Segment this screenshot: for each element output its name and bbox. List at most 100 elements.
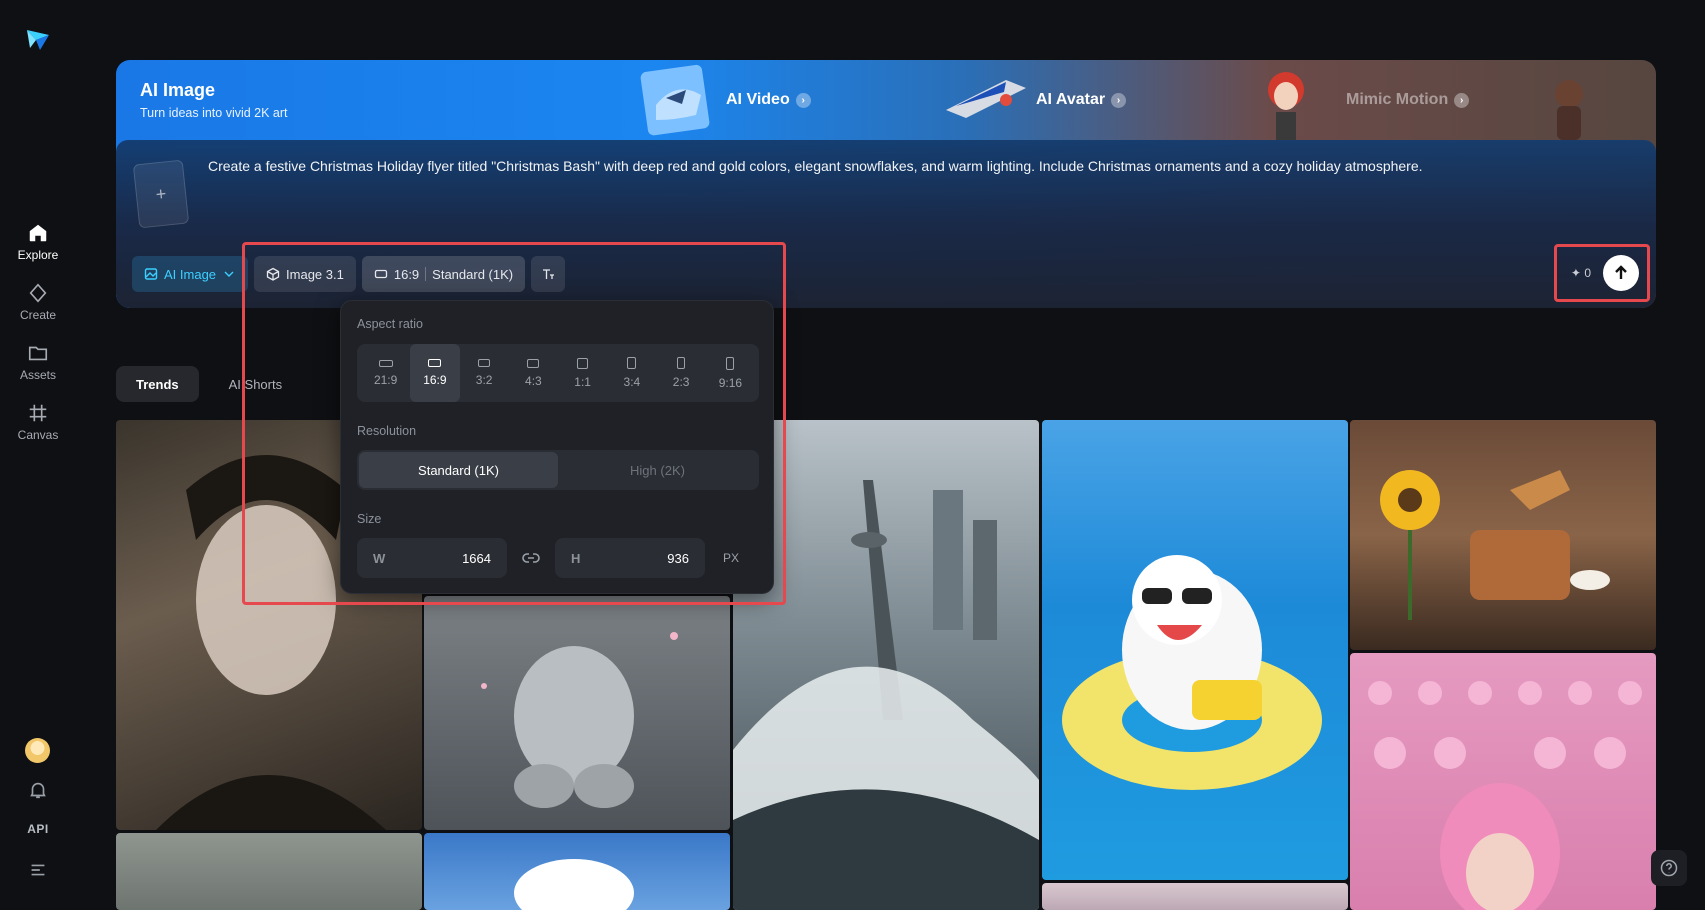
gallery-image[interactable]	[1350, 653, 1656, 910]
quality-label: Standard (1K)	[432, 266, 514, 282]
ratio-option-9-16[interactable]: 9:16	[706, 344, 755, 402]
send-area: ✦ 0	[1554, 244, 1650, 302]
promo-label: AI Video ›	[726, 91, 811, 109]
chevron-right-icon: ›	[795, 92, 811, 108]
credits-count: ✦ 0	[1570, 266, 1591, 280]
api-link[interactable]: API	[0, 822, 76, 836]
prompt-area: + Create a festive Christmas Holiday fly…	[116, 140, 1656, 308]
aspect-ratio-options: 21:9 16:9 3:2 4:3 1:1 3:4 2:3 9:16	[357, 344, 759, 402]
sidebar-item-assets[interactable]: Assets	[0, 342, 76, 382]
menu-icon[interactable]	[27, 859, 49, 881]
folder-icon	[28, 346, 48, 361]
chevron-down-icon	[224, 271, 234, 277]
gallery-image[interactable]	[733, 420, 1039, 910]
height-value: 936	[667, 550, 689, 566]
tower-wave-image-icon	[733, 480, 1039, 910]
cube-icon	[266, 267, 280, 281]
steampunk-image-icon	[1380, 470, 1610, 620]
generator-toolbar: AI Image Image 3.1 16:9 Standard (1K)	[132, 256, 566, 292]
ratio-shape-icon	[726, 356, 735, 370]
generator-panel: AI Image Turn ideas into vivid 2K art AI…	[116, 60, 1656, 308]
sidebar-item-label: Canvas	[17, 428, 59, 442]
ratio-quality-select[interactable]: 16:9 Standard (1K)	[361, 256, 526, 292]
ratio-option-16-9[interactable]: 16:9	[410, 344, 460, 402]
question-icon	[1660, 859, 1678, 877]
page-title: AI Image	[140, 80, 216, 100]
arrow-up-icon	[1615, 265, 1627, 279]
ratio-shape-icon	[577, 357, 589, 369]
promo-ai-video[interactable]: AI Video ›	[626, 60, 811, 140]
model-label: Image 3.1	[286, 266, 344, 282]
help-button[interactable]	[1651, 850, 1687, 886]
ratio-shape-icon	[677, 357, 686, 369]
avatar-thumbnail-icon	[946, 80, 1026, 118]
ratio-shape-icon	[627, 357, 637, 369]
ratio-option-1-1[interactable]: 1:1	[558, 344, 607, 402]
cat-pool-image-icon	[1062, 555, 1322, 790]
promo-label: AI Avatar ›	[1036, 91, 1127, 109]
chevron-right-icon: ›	[1454, 92, 1470, 108]
resolution-high[interactable]: High (2K)	[558, 452, 757, 488]
sidebar-item-label: Explore	[17, 248, 59, 262]
gallery-image[interactable]	[424, 833, 730, 910]
home-icon	[29, 224, 47, 242]
aspect-ratio-label: Aspect ratio	[357, 317, 424, 331]
avatar[interactable]	[25, 738, 50, 763]
resolution-standard[interactable]: Standard (1K)	[359, 452, 558, 488]
page: Explore Create Assets Canvas API AI Imag…	[0, 0, 1705, 910]
motion-thumbnail-icon	[1268, 72, 1304, 140]
gallery-image[interactable]	[1350, 420, 1656, 650]
prompt-input[interactable]: Create a festive Christmas Holiday flyer…	[208, 156, 1508, 176]
width-value: 1664	[462, 550, 491, 566]
sidebar-item-explore[interactable]: Explore	[0, 222, 76, 262]
sidebar-item-create[interactable]: Create	[0, 282, 76, 322]
promo-mimic-motion[interactable]: Mimic Motion ›	[1246, 60, 1609, 140]
mode-select[interactable]: AI Image	[132, 256, 249, 292]
bell-icon[interactable]	[27, 779, 49, 801]
cloud-image-icon	[514, 859, 634, 910]
gallery-image[interactable]	[1042, 883, 1348, 910]
ratio-option-21-9[interactable]: 21:9	[361, 344, 410, 402]
tab-trends[interactable]: Trends	[116, 366, 199, 402]
gallery-image[interactable]	[424, 596, 730, 830]
ratio-option-3-4[interactable]: 3:4	[607, 344, 656, 402]
robot-image-icon	[481, 632, 678, 808]
size-inputs: W 1664 H 936 PX	[357, 538, 759, 578]
ratio-shape-icon	[428, 359, 442, 367]
resolution-label: Resolution	[357, 424, 417, 438]
model-select[interactable]: Image 3.1	[254, 256, 356, 292]
ratio-option-3-2[interactable]: 3:2	[460, 344, 509, 402]
width-input[interactable]: W 1664	[357, 538, 507, 578]
pink-robots-image-icon	[1368, 681, 1642, 910]
video-thumbnail-icon	[640, 64, 710, 136]
ratio-shape-icon	[378, 359, 393, 367]
height-key: H	[571, 550, 581, 566]
plus-icon: +	[154, 183, 168, 204]
resolution-options: Standard (1K) High (2K)	[357, 450, 759, 490]
add-reference-image-button[interactable]: +	[132, 159, 190, 229]
chevron-right-icon: ›	[1111, 92, 1127, 108]
send-button[interactable]	[1603, 255, 1639, 291]
divider	[425, 267, 427, 281]
sidebar: Explore Create Assets Canvas API	[0, 0, 76, 910]
ratio-shape-icon	[527, 358, 540, 368]
tab-ai-shorts[interactable]: AI Shorts	[209, 366, 302, 402]
text-size-icon	[543, 269, 555, 279]
logo-icon[interactable]	[24, 26, 52, 54]
mode-label: AI Image	[164, 266, 217, 282]
text-style-button[interactable]	[531, 256, 566, 292]
feed-tabs: Trends AI Shorts	[116, 366, 302, 402]
gallery-image[interactable]	[1042, 420, 1348, 880]
ratio-option-4-3[interactable]: 4:3	[509, 344, 558, 402]
ratio-shape-icon	[478, 359, 491, 367]
ratio-option-2-3[interactable]: 2:3	[657, 344, 706, 402]
ratio-icon	[374, 269, 388, 279]
link-icon[interactable]	[517, 544, 545, 572]
width-key: W	[373, 550, 386, 566]
promo-ai-avatar[interactable]: AI Avatar ›	[936, 60, 1127, 140]
sidebar-item-canvas[interactable]: Canvas	[0, 402, 76, 442]
gallery-image[interactable]	[116, 833, 422, 910]
page-subtitle: Turn ideas into vivid 2K art	[140, 106, 288, 120]
sidebar-item-label: Create	[19, 308, 57, 322]
height-input[interactable]: H 936	[555, 538, 705, 578]
